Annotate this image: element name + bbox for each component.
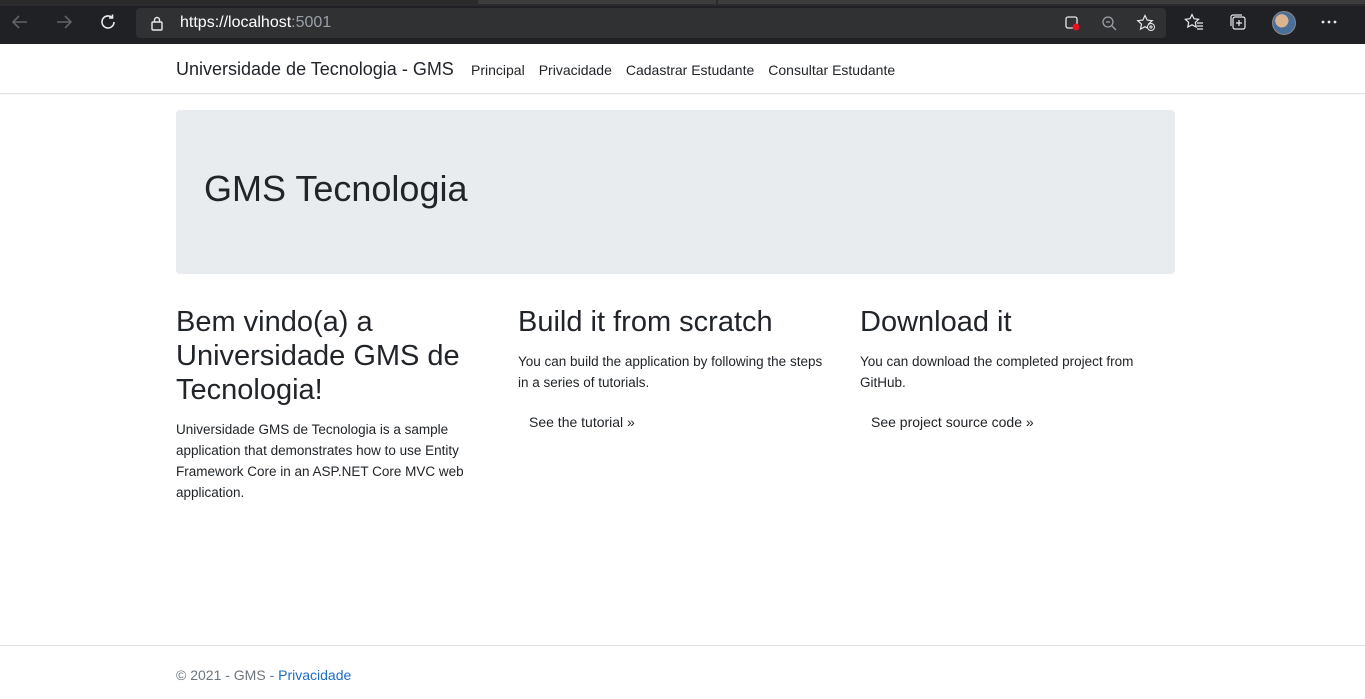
profile-avatar[interactable] (1272, 11, 1296, 35)
column-text: Universidade GMS de Tecnologia is a samp… (176, 422, 464, 500)
navbar-links: Principal Privacidade Cadastrar Estudant… (471, 62, 909, 78)
column-text: You can download the completed project f… (860, 354, 1134, 390)
browser-toolbar: https://localhost:5001 (0, 0, 1365, 44)
jumbotron-title: GMS Tecnologia (204, 168, 468, 209)
address-bar[interactable]: https://localhost:5001 (136, 8, 1166, 38)
forward-button[interactable] (51, 9, 77, 35)
zoom-out-icon[interactable] (1099, 13, 1119, 33)
add-favorite-icon[interactable] (1136, 13, 1156, 33)
see-source-code-link[interactable]: See project source code » (871, 414, 1034, 430)
footer-copyright: © 2021 - GMS - (176, 667, 279, 683)
navbar-brand[interactable]: Universidade de Tecnologia - GMS (176, 59, 454, 80)
column-text: You can build the application by followi… (518, 354, 823, 390)
favorites-icon[interactable] (1183, 11, 1205, 33)
column-title: Bem vindo(a) a Universidade GMS de Tecno… (176, 306, 460, 406)
see-tutorial-link[interactable]: See the tutorial » (529, 414, 635, 430)
footer-text: © 2021 - GMS - Privacidade (176, 667, 351, 683)
url-host: https://localhost (180, 14, 292, 31)
footer: © 2021 - GMS - Privacidade (0, 645, 1365, 699)
jumbotron: GMS Tecnologia (176, 110, 1175, 274)
url-text: https://localhost:5001 (180, 14, 331, 32)
url-port: :5001 (291, 14, 332, 31)
column-title: Build it from scratch (518, 306, 773, 338)
browser-tab[interactable] (478, 0, 716, 4)
arrow-left-icon (11, 15, 27, 29)
nav-link-consultar-estudante[interactable]: Consultar Estudante (768, 62, 895, 78)
tracking-prevention-icon[interactable] (1062, 13, 1082, 33)
refresh-icon (101, 14, 115, 29)
back-button[interactable] (7, 9, 33, 35)
collections-icon[interactable] (1227, 11, 1249, 33)
refresh-button[interactable] (95, 9, 121, 35)
column-download: Download it You can download the complet… (860, 305, 1172, 432)
nav-link-principal[interactable]: Principal (471, 62, 525, 78)
footer-privacy-link[interactable]: Privacidade (278, 667, 351, 683)
arrow-right-icon (57, 15, 73, 29)
nav-link-cadastrar-estudante[interactable]: Cadastrar Estudante (626, 62, 754, 78)
more-icon[interactable] (1318, 11, 1340, 33)
lock-icon[interactable] (150, 15, 164, 36)
browser-tab-area (718, 0, 1365, 4)
site-navbar: Universidade de Tecnologia - GMS Princip… (0, 44, 1365, 94)
nav-link-privacidade[interactable]: Privacidade (539, 62, 612, 78)
column-welcome: Bem vindo(a) a Universidade GMS de Tecno… (176, 305, 488, 503)
column-title: Download it (860, 306, 1012, 338)
column-build: Build it from scratch You can build the … (518, 305, 830, 432)
